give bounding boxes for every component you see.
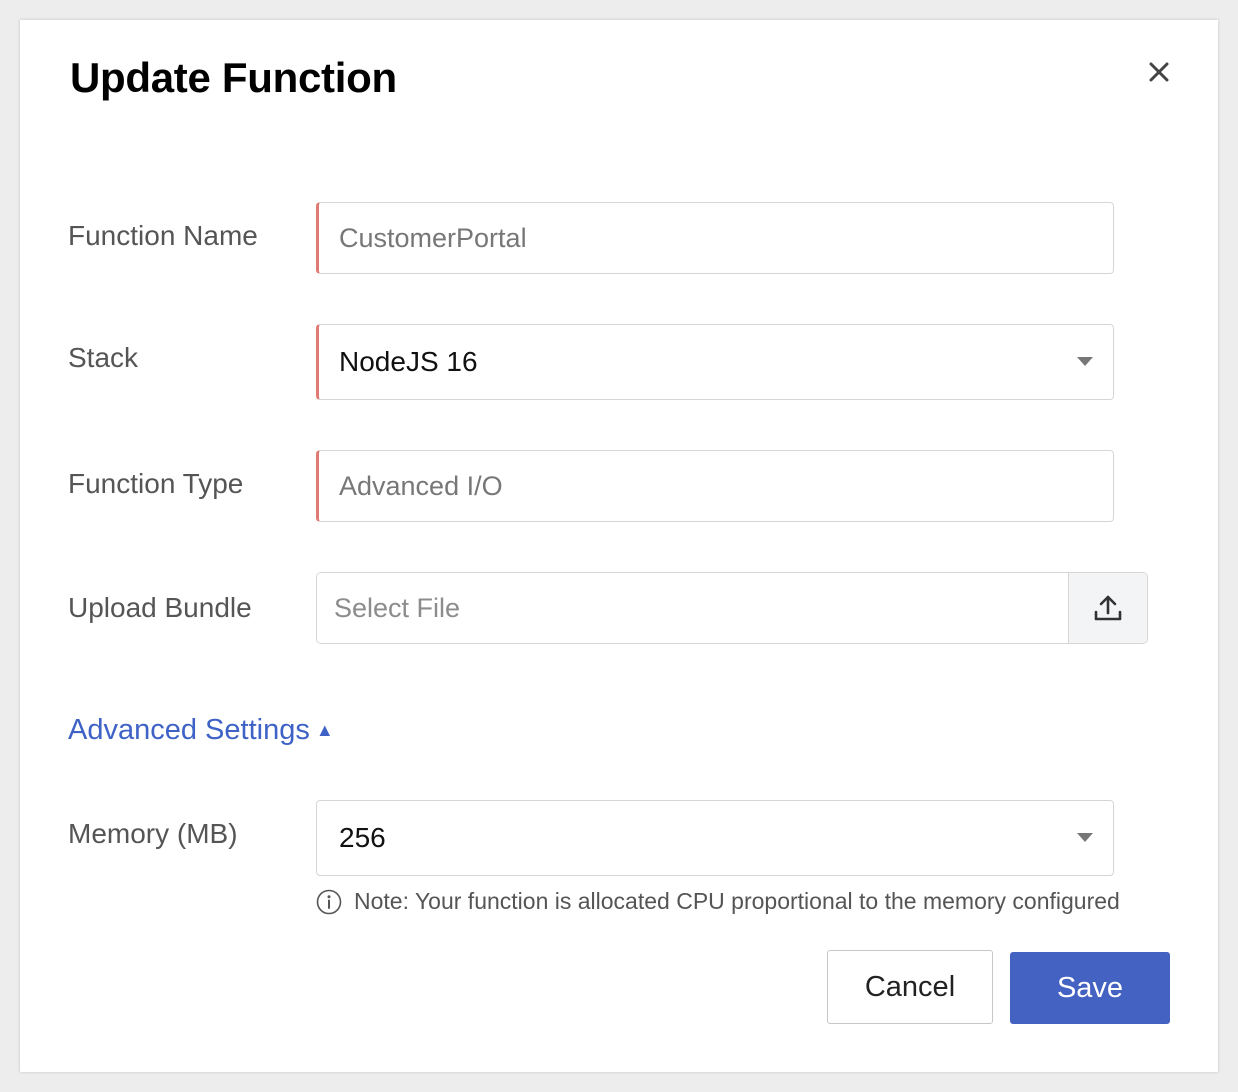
update-function-dialog: Update Function Function Name CustomerPo… <box>20 20 1218 1072</box>
stack-label: Stack <box>68 342 139 373</box>
stack-select[interactable]: NodeJS 16 <box>316 324 1114 400</box>
cancel-button[interactable]: Cancel <box>827 950 993 1024</box>
function-type-value: Advanced I/O <box>339 470 503 501</box>
upload-bundle-label: Upload Bundle <box>68 592 252 623</box>
dialog-title: Update Function <box>70 54 397 101</box>
upload-bundle-field[interactable]: Select File <box>316 572 1148 644</box>
function-type-field[interactable]: Advanced I/O <box>316 450 1114 522</box>
chevron-down-icon <box>1077 357 1093 366</box>
function-name-label: Function Name <box>68 220 258 251</box>
chevron-down-icon <box>1077 833 1093 842</box>
select-file-placeholder: Select File <box>334 593 461 623</box>
save-button[interactable]: Save <box>1010 952 1170 1024</box>
advanced-settings-label: Advanced Settings <box>68 714 310 746</box>
advanced-settings-toggle[interactable]: Advanced Settings ▲ <box>68 714 334 747</box>
function-name-value: CustomerPortal <box>339 222 527 253</box>
page-backdrop: Update Function Function Name CustomerPo… <box>0 0 1238 1092</box>
upload-button[interactable] <box>1068 573 1147 643</box>
memory-selected-value: 256 <box>339 822 386 853</box>
close-button[interactable] <box>1143 56 1175 88</box>
function-type-label: Function Type <box>68 468 244 499</box>
stack-selected-value: NodeJS 16 <box>339 346 478 377</box>
memory-note: Note: Your function is allocated CPU pro… <box>316 888 1120 915</box>
memory-label: Memory (MB) <box>68 818 238 849</box>
memory-select[interactable]: 256 <box>316 800 1114 876</box>
memory-note-text: Note: Your function is allocated CPU pro… <box>354 888 1120 914</box>
caret-up-icon: ▲ <box>315 720 334 740</box>
info-icon <box>316 889 342 914</box>
upload-icon <box>1094 595 1122 621</box>
close-icon <box>1149 62 1169 82</box>
function-name-field[interactable]: CustomerPortal <box>316 202 1114 274</box>
